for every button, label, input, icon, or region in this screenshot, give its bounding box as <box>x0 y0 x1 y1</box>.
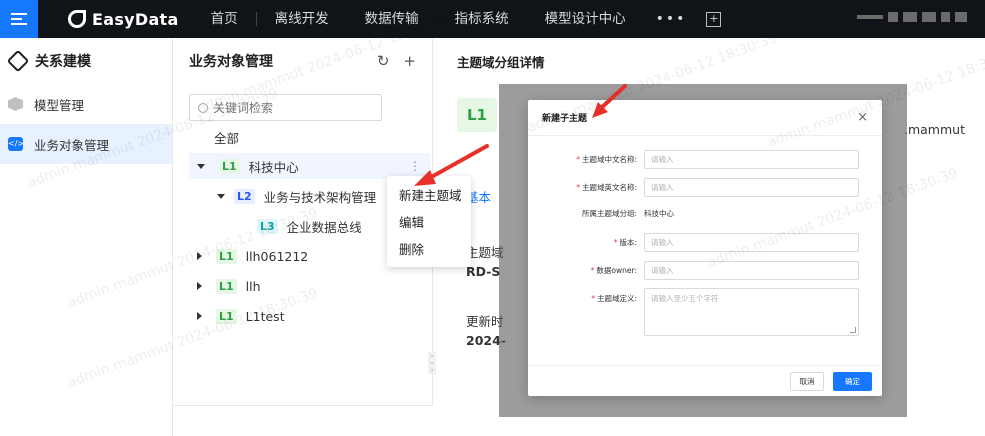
sidebar-item-label: 模型管理 <box>34 97 85 113</box>
tree-node-label: L1test <box>245 308 285 324</box>
cube-icon <box>8 97 23 111</box>
nav-home[interactable]: 首页 <box>193 0 256 38</box>
sidebar-title: 关系建模 <box>35 54 91 70</box>
tree-node[interactable]: L1 llh061212 <box>197 243 308 269</box>
field-label: 主题域中文名称: <box>581 155 637 164</box>
tree-search-input[interactable] <box>213 100 373 115</box>
tree-panel-title: 业务对象管理 <box>189 54 273 70</box>
relation-model-icon <box>6 49 30 73</box>
form-row-group: 所属主题域分组: 科技中心 <box>528 208 674 219</box>
left-sidebar: 关系建模 模型管理 </> 业务对象管理 <box>0 38 173 436</box>
hamburger-icon <box>11 13 27 25</box>
caret-right-icon[interactable] <box>197 312 202 320</box>
sidebar-item-business-object-management[interactable]: </> 业务对象管理 <box>0 124 172 164</box>
caret-right-icon[interactable] <box>197 282 202 290</box>
required-marker: * <box>576 183 580 192</box>
tree-node[interactable]: L2 业务与技术架构管理 <box>217 183 376 209</box>
panel-resize-handle[interactable]: · · · <box>428 352 436 376</box>
modal-footer: 取消 确定 <box>528 365 882 396</box>
caret-down-icon[interactable] <box>197 163 205 169</box>
tree-node-label: 业务与技术架构管理 <box>263 189 377 205</box>
owner-input[interactable]: 请输入 <box>644 261 859 280</box>
level-badge: L1 <box>216 308 237 324</box>
required-marker: * <box>591 294 595 303</box>
field-label: 主题域定义: <box>596 294 637 303</box>
detail-field-label: 主题域 <box>466 245 504 260</box>
user-info-blurred[interactable] <box>857 12 967 22</box>
nav-model-design-center[interactable]: 模型设计中心 <box>527 0 644 38</box>
search-icon <box>198 102 208 113</box>
nav-offline-dev[interactable]: 离线开发 <box>257 0 347 38</box>
tree-node-label: 科技中心 <box>248 159 299 175</box>
more-icon[interactable]: ••• <box>644 11 699 27</box>
tree-node-label: llh061212 <box>245 248 309 264</box>
form-row-definition: * 主题域定义: 请输入至少五个字符 <box>528 288 859 336</box>
tree-search-box[interactable] <box>189 94 382 121</box>
cn-name-input[interactable]: 请输入 <box>644 150 859 169</box>
close-icon[interactable]: × <box>857 110 868 125</box>
code-folder-icon: </> <box>8 137 24 151</box>
version-input[interactable]: 请输入 <box>644 233 859 252</box>
sidebar-header: 关系建模 <box>0 38 172 84</box>
field-label: 数据owner: <box>596 266 637 275</box>
level-badge: L1 <box>219 158 240 174</box>
top-nav-bar: EasyData 首页 离线开发 数据传输 指标系统 模型设计中心 ••• + <box>0 0 985 38</box>
sidebar-item-model-management[interactable]: 模型管理 <box>0 84 172 124</box>
detail-owner-value: .mammut <box>904 122 965 137</box>
add-icon[interactable]: + <box>403 52 416 70</box>
nav-data-transfer[interactable]: 数据传输 <box>347 0 437 38</box>
group-value: 科技中心 <box>644 209 674 218</box>
modal-header: 新建子主题 × <box>528 100 882 136</box>
detail-field-label: 更新时 <box>466 314 504 329</box>
tree-node[interactable]: L3 企业数据总线 <box>257 213 362 239</box>
menu-item-edit[interactable]: 编辑 <box>387 209 471 236</box>
detail-level-badge: L1 <box>457 98 497 132</box>
en-name-input[interactable]: 请输入 <box>644 178 859 197</box>
level-badge: L1 <box>216 248 237 264</box>
app-logo[interactable]: EasyData <box>68 10 179 29</box>
level-badge: L2 <box>234 188 255 204</box>
tree-panel-header: 业务对象管理 ↻ + <box>173 38 432 84</box>
definition-textarea[interactable]: 请输入至少五个字符 <box>644 288 859 336</box>
required-marker: * <box>590 266 595 275</box>
menu-toggle-button[interactable] <box>0 0 38 38</box>
app-logo-text: EasyData <box>92 9 179 29</box>
tree-context-menu: 新建主题域 编辑 删除 <box>387 176 471 267</box>
refresh-icon[interactable]: ↻ <box>377 52 390 70</box>
level-badge: L3 <box>257 218 278 234</box>
tree-node[interactable]: L1 llh <box>197 273 261 299</box>
confirm-button[interactable]: 确定 <box>833 372 872 391</box>
form-row-owner: * 数据owner: 请输入 <box>528 261 859 280</box>
caret-down-icon[interactable] <box>217 193 225 199</box>
form-row-cn-name: * 主题域中文名称: 请输入 <box>528 150 859 169</box>
arrow-to-menu-line <box>424 144 489 182</box>
level-badge: L1 <box>216 278 237 294</box>
modal-title: 新建子主题 <box>542 114 588 124</box>
new-subdomain-modal: 新建子主题 × * 主题域中文名称: 请输入 * 主题域英文名称: 请输入 所属主题… <box>528 100 882 396</box>
form-row-en-name: * 主题域英文名称: 请输入 <box>528 178 859 197</box>
tree-node-label: llh <box>245 278 261 294</box>
menu-item-new-domain[interactable]: 新建主题域 <box>387 182 471 209</box>
required-marker: * <box>576 155 580 164</box>
form-row-version: * 版本: 请输入 <box>528 233 859 252</box>
detail-field-value: RD-S <box>466 264 501 279</box>
tree-panel-actions: ↻ + <box>377 52 416 70</box>
cancel-button[interactable]: 取消 <box>790 372 824 391</box>
detail-title: 主题域分组详情 <box>457 55 545 70</box>
menu-item-delete[interactable]: 删除 <box>387 236 471 263</box>
more-vertical-icon[interactable]: ⋮ <box>409 159 421 173</box>
field-label: 所属主题域分组: <box>581 209 637 218</box>
field-label: 主题域英文名称: <box>581 183 637 192</box>
tree-node-label: 企业数据总线 <box>286 219 362 235</box>
tree-node[interactable]: L1 L1test <box>197 303 285 329</box>
sidebar-item-label: 业务对象管理 <box>34 137 110 153</box>
field-label: 版本: <box>619 238 637 247</box>
tree-node-all[interactable]: 全部 <box>214 128 239 147</box>
easydata-logo-icon <box>68 10 86 28</box>
caret-right-icon[interactable] <box>197 252 202 260</box>
add-tab-icon[interactable]: + <box>706 11 722 27</box>
required-marker: * <box>613 238 618 247</box>
nav-metrics-system[interactable]: 指标系统 <box>437 0 527 38</box>
